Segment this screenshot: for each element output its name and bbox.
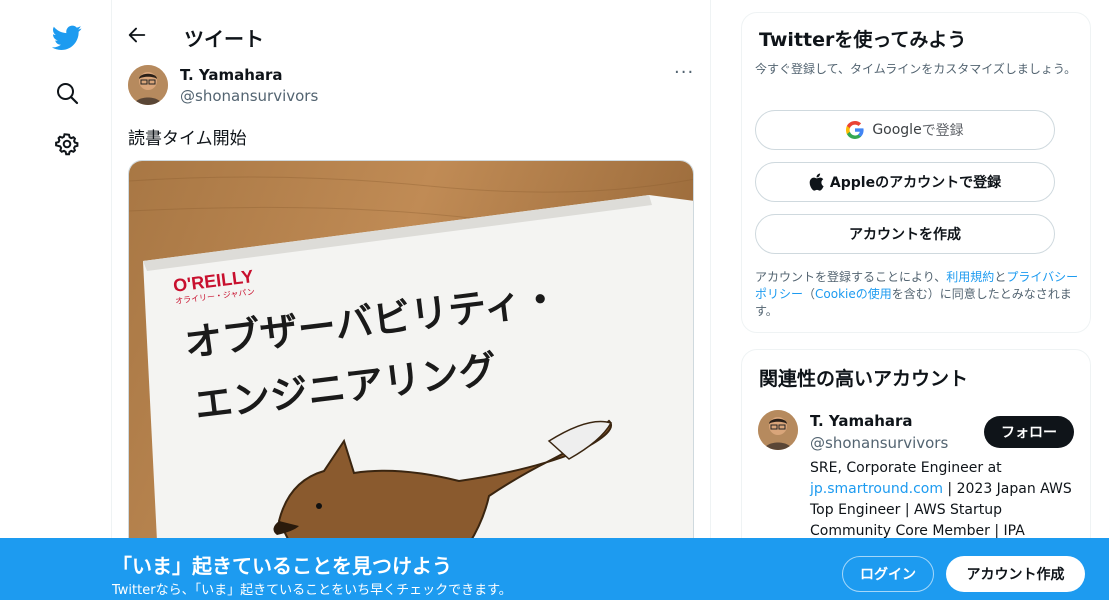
related-account-handle[interactable]: @shonansurvivors	[810, 434, 948, 452]
related-account-bio: SRE, Corporate Engineer at jp.smartround…	[810, 458, 1080, 542]
twitter-logo-icon[interactable]	[50, 21, 84, 55]
top-bar: ツイート	[112, 18, 710, 54]
author-avatar[interactable]	[128, 65, 168, 105]
search-icon[interactable]	[50, 76, 84, 110]
author-name[interactable]: T. Yamahara	[180, 66, 283, 84]
apple-signup-label: Appleのアカウントで登録	[829, 175, 1002, 191]
create-account-label: アカウントを作成	[849, 227, 961, 243]
signup-card: Twitterを使ってみよう 今すぐ登録して、タイムラインをカスタマイズしましょ…	[741, 12, 1091, 333]
back-arrow-icon[interactable]	[126, 24, 150, 48]
related-account-avatar[interactable]	[758, 410, 798, 450]
banner-title: 「いま」起きていることを見つけよう	[112, 554, 452, 578]
bio-link[interactable]: jp.smartround.com	[810, 481, 943, 497]
legal-text-3: （	[803, 287, 816, 301]
related-accounts-title: 関連性の高いアカウント	[759, 368, 969, 390]
signup-card-subtitle: 今すぐ登録して、タイムラインをカスタマイズしましょう。	[755, 62, 1077, 76]
apple-logo-icon	[809, 173, 824, 191]
follow-button[interactable]: フォロー	[984, 416, 1074, 448]
legal-text-1: アカウントを登録することにより、	[755, 270, 947, 284]
bottom-signup-banner: 「いま」起きていることを見つけよう Twitterなら、「いま」起きていることを…	[0, 538, 1109, 600]
gear-icon[interactable]	[50, 127, 84, 161]
google-signup-button[interactable]: Google で登録	[755, 110, 1055, 150]
banner-subtitle: Twitterなら、「いま」起きていることをいち早くチェックできます。	[112, 583, 512, 598]
related-account-name[interactable]: T. Yamahara	[810, 412, 913, 430]
bio-text-1: SRE, Corporate Engineer at	[810, 460, 1002, 476]
legal-text-2: と	[994, 270, 1007, 284]
cookie-link[interactable]: Cookieの使用	[815, 287, 892, 301]
google-g-icon	[846, 121, 864, 139]
login-button[interactable]: ログイン	[842, 556, 934, 592]
signup-button[interactable]: アカウント作成	[946, 556, 1085, 592]
page-title: ツイート	[184, 27, 264, 51]
more-options-icon[interactable]: ···	[674, 62, 694, 83]
left-nav	[0, 0, 112, 600]
main-column: ツイート T. Yamahara @shonansurvivors ··· 読書…	[112, 0, 711, 600]
tweet-image[interactable]: O'REILLY オライリー・ジャパン オブザーバビリティ・ エンジニアリング	[128, 160, 694, 580]
google-signup-brand: Google	[872, 122, 922, 138]
author-handle[interactable]: @shonansurvivors	[180, 87, 318, 105]
apple-signup-button[interactable]: Appleのアカウントで登録	[755, 162, 1055, 202]
google-signup-suffix: で登録	[921, 123, 964, 139]
create-account-button[interactable]: アカウントを作成	[755, 214, 1055, 254]
signup-card-title: Twitterを使ってみよう	[759, 29, 967, 51]
tweet-text: 読書タイム開始	[128, 129, 247, 149]
terms-link[interactable]: 利用規約	[946, 270, 994, 284]
signup-legal-text: アカウントを登録することにより、利用規約とプライバシーポリシー（Cookieの使…	[755, 269, 1085, 320]
